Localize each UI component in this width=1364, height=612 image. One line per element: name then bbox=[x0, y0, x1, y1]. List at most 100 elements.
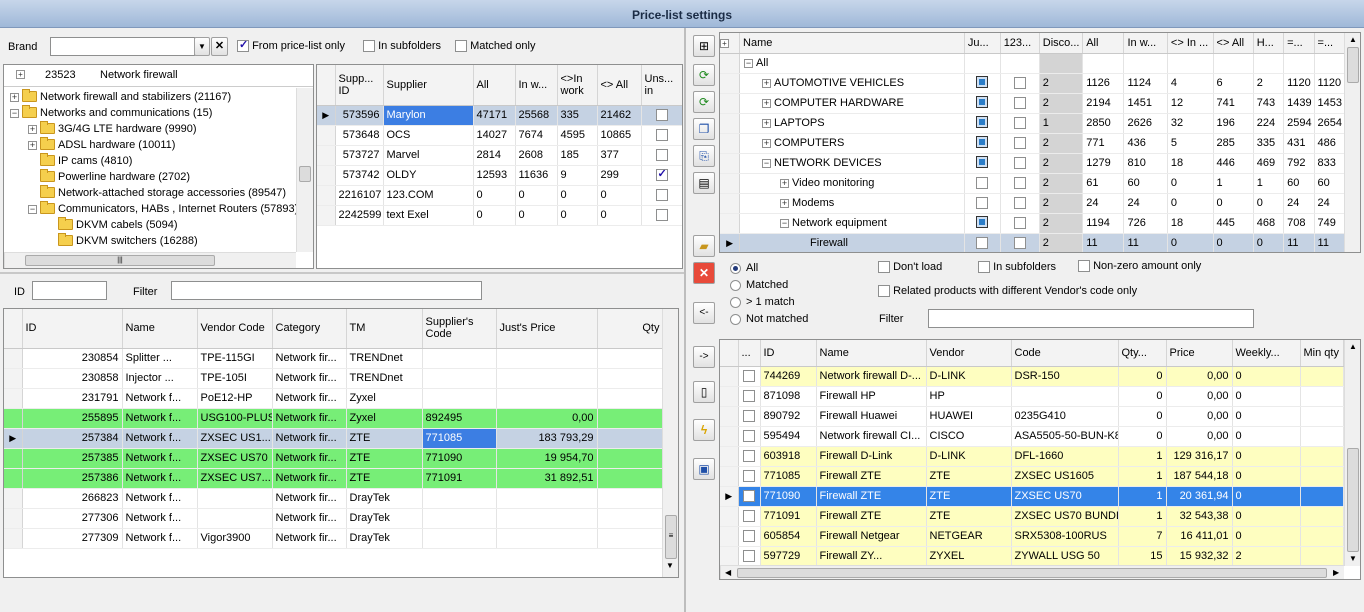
offer-row[interactable]: 771091 Firewall ZTE ZTE ZXSEC US70 BUNDLE 1 3… bbox=[720, 506, 1344, 527]
refresh-all-button[interactable]: ⟳ bbox=[693, 91, 715, 113]
column-header[interactable]: 123... bbox=[1000, 33, 1040, 54]
collapse-icon[interactable]: − bbox=[744, 58, 754, 68]
category-row[interactable]: + COMPUTER HARDWARE 2 2194 1451 12 741 743 1439 1… bbox=[720, 93, 1346, 114]
product-row[interactable]: 257386 Network f... ZXSEC US7... Network fi… bbox=[4, 468, 664, 489]
from-price-list-checkbox[interactable]: From price-list only bbox=[237, 38, 345, 53]
checkbox[interactable] bbox=[1013, 237, 1026, 250]
category-row[interactable]: − All bbox=[720, 53, 1346, 74]
collapse-icon[interactable]: − bbox=[780, 218, 790, 228]
product-row[interactable]: 277309 Network f... Vigor3900 Network fir..… bbox=[4, 528, 664, 549]
collapse-icon[interactable]: − bbox=[762, 158, 772, 168]
product-row[interactable]: ▶ 257384 Network f... ZXSEC US1... Network f… bbox=[4, 428, 664, 449]
unsorted-checkbox[interactable] bbox=[655, 189, 668, 202]
expand-icon[interactable]: + bbox=[780, 198, 790, 208]
checkbox[interactable] bbox=[1013, 137, 1026, 150]
column-header[interactable]: Name bbox=[739, 33, 965, 54]
checkbox[interactable] bbox=[1013, 177, 1026, 190]
scroll-thumb[interactable] bbox=[1347, 47, 1359, 83]
category-row[interactable]: − NETWORK DEVICES 2 1279 810 18 446 469 792 833 bbox=[720, 153, 1346, 174]
column-header[interactable]: Supplier's Code bbox=[422, 309, 497, 349]
category-row[interactable]: + LAPTOPS 1 2850 2626 32 196 224 2594 2654 bbox=[720, 113, 1346, 134]
radio-option[interactable]: All bbox=[730, 262, 758, 274]
column-header[interactable]: Vendor bbox=[926, 340, 1012, 367]
column-header[interactable]: =... bbox=[1314, 33, 1346, 54]
column-header[interactable]: H... bbox=[1253, 33, 1285, 54]
offer-horizontal-scrollbar[interactable]: ◀ ▶ bbox=[720, 565, 1344, 579]
checkbox[interactable] bbox=[976, 177, 989, 190]
supplier-row[interactable]: 2242599 text Exel 0 0 0 0 bbox=[317, 205, 682, 226]
brand-clear-button[interactable]: ✕ bbox=[211, 37, 228, 56]
scroll-thumb[interactable]: ≡ bbox=[665, 515, 677, 559]
checkbox[interactable] bbox=[363, 40, 375, 53]
document-button[interactable]: ▤ bbox=[693, 172, 715, 194]
checkbox[interactable] bbox=[1013, 97, 1026, 110]
unsorted-checkbox[interactable] bbox=[655, 209, 668, 222]
expand-icon[interactable]: + bbox=[762, 138, 772, 148]
expand-icon[interactable]: + bbox=[762, 118, 772, 128]
expand-icon[interactable]: + bbox=[780, 178, 790, 188]
vertical-splitter[interactable] bbox=[684, 28, 686, 612]
offer-row[interactable]: 595494 Network firewall CI... CISCO ASA5505… bbox=[720, 426, 1344, 447]
offer-checkbox[interactable] bbox=[743, 470, 755, 483]
radio-option[interactable]: > 1 match bbox=[730, 296, 795, 308]
column-header[interactable]: In w... bbox=[515, 65, 558, 106]
checkbox[interactable] bbox=[976, 197, 989, 210]
related-products-checkbox[interactable]: Related products with different Vendor's… bbox=[878, 285, 1137, 298]
unsorted-checkbox[interactable] bbox=[655, 129, 668, 142]
checkbox[interactable] bbox=[976, 237, 989, 250]
delete-button[interactable]: ✕ bbox=[693, 262, 715, 284]
filter-input[interactable] bbox=[171, 281, 482, 300]
column-header[interactable]: All bbox=[473, 65, 516, 106]
offer-checkbox[interactable] bbox=[743, 450, 755, 463]
checkbox-indeterminate[interactable] bbox=[976, 215, 989, 228]
column-header[interactable]: Ju... bbox=[964, 33, 1001, 54]
offer-checkbox[interactable] bbox=[743, 430, 755, 443]
column-header[interactable]: <>In work bbox=[557, 65, 598, 106]
checkbox-checked[interactable] bbox=[237, 38, 249, 53]
offer-vertical-scrollbar[interactable]: ▲ ▼ bbox=[1344, 340, 1360, 566]
paste-button[interactable]: ⎘ bbox=[693, 145, 715, 167]
expand-icon[interactable]: + bbox=[762, 78, 772, 88]
offer-row[interactable]: 871098 Firewall HP HP 0 0,00 0 bbox=[720, 386, 1344, 407]
scroll-thumb[interactable] bbox=[1347, 448, 1359, 552]
copy-button[interactable]: ❐ bbox=[693, 118, 715, 140]
unsorted-checkbox[interactable] bbox=[655, 149, 668, 162]
brand-combo[interactable] bbox=[50, 37, 195, 56]
product-row[interactable]: 230858 Injector ... TPE-105I Network fir...… bbox=[4, 368, 664, 389]
offer-row[interactable]: 771085 Firewall ZTE ZTE ZXSEC US1605 1 187 54… bbox=[720, 466, 1344, 487]
move-right-button[interactable]: -> bbox=[693, 346, 715, 368]
checkbox[interactable] bbox=[1013, 197, 1026, 210]
new-document-button[interactable]: ▯ bbox=[693, 381, 715, 403]
offer-grid[interactable]: ... ID Name Vendor Code Qty... Price Weekly... M… bbox=[720, 340, 1344, 567]
radio-button[interactable] bbox=[730, 296, 741, 308]
right-filter-input[interactable] bbox=[928, 309, 1254, 328]
category-row[interactable]: − Network equipment 2 1194 726 18 445 468 708 749 bbox=[720, 213, 1346, 234]
tree-item[interactable]: − Networks and communications (15) bbox=[10, 105, 212, 121]
radio-button[interactable] bbox=[730, 262, 741, 274]
category-row[interactable]: + Modems 2 24 24 0 0 0 24 24 bbox=[720, 193, 1346, 214]
tree-item[interactable]: +3G/4G LTE hardware (9990) bbox=[28, 121, 197, 137]
column-header[interactable]: =... bbox=[1283, 33, 1315, 54]
column-header[interactable]: Qty bbox=[597, 309, 664, 349]
dont-load-checkbox[interactable]: Don't load bbox=[878, 261, 942, 274]
collapse-icon[interactable]: − bbox=[28, 204, 37, 214]
radio-option[interactable]: Not matched bbox=[730, 313, 808, 325]
tree-vertical-scrollbar[interactable] bbox=[296, 88, 313, 252]
tree-item[interactable]: IP cams (4810) bbox=[28, 153, 132, 169]
product-row[interactable]: 266823 Network f... Network fir... DrayTek bbox=[4, 488, 664, 509]
supplier-row[interactable]: 573727 Marvel 2814 2608 185 377 bbox=[317, 145, 682, 166]
column-header[interactable]: ... bbox=[738, 340, 761, 367]
scroll-thumb[interactable] bbox=[737, 568, 1327, 578]
scroll-down-icon[interactable]: ▼ bbox=[666, 561, 674, 570]
checkbox[interactable] bbox=[1013, 157, 1026, 170]
column-header[interactable]: All bbox=[1082, 33, 1125, 54]
nonzero-checkbox[interactable]: Non-zero amount only bbox=[1078, 260, 1201, 273]
product-row[interactable]: 231791 Network f... PoE12-HP Network fir...… bbox=[4, 388, 664, 409]
matched-only-checkbox[interactable]: Matched only bbox=[455, 40, 536, 53]
product-row[interactable]: 255895 Network f... USG100-PLUS Network fir… bbox=[4, 408, 664, 429]
column-header[interactable]: Min qty bbox=[1300, 340, 1344, 367]
splitter[interactable] bbox=[0, 272, 684, 274]
scroll-up-icon[interactable]: ▲ bbox=[1349, 35, 1357, 44]
checkbox[interactable] bbox=[1013, 117, 1026, 130]
column-header[interactable]: Name bbox=[816, 340, 927, 367]
